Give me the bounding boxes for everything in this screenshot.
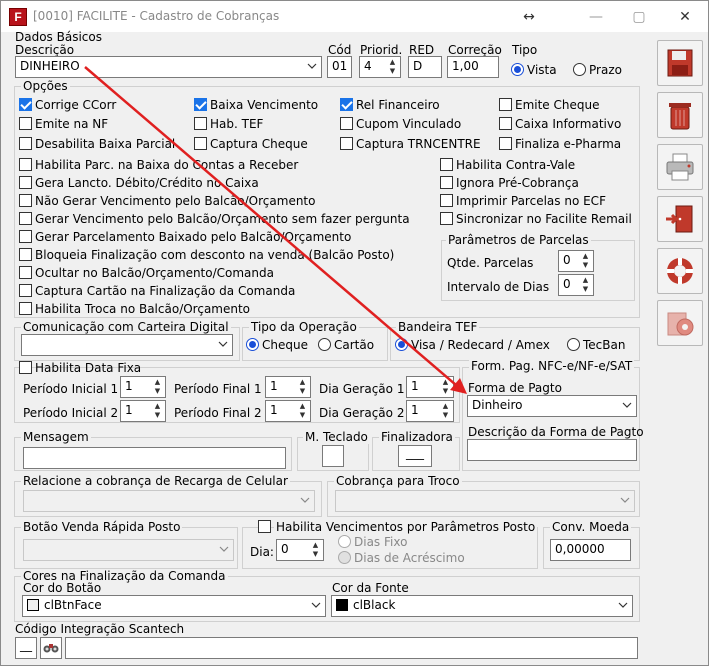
main-window: F [0010] FACILITE - Cadastro de Cobrança… [0, 0, 709, 666]
annotation-arrow [84, 66, 467, 394]
